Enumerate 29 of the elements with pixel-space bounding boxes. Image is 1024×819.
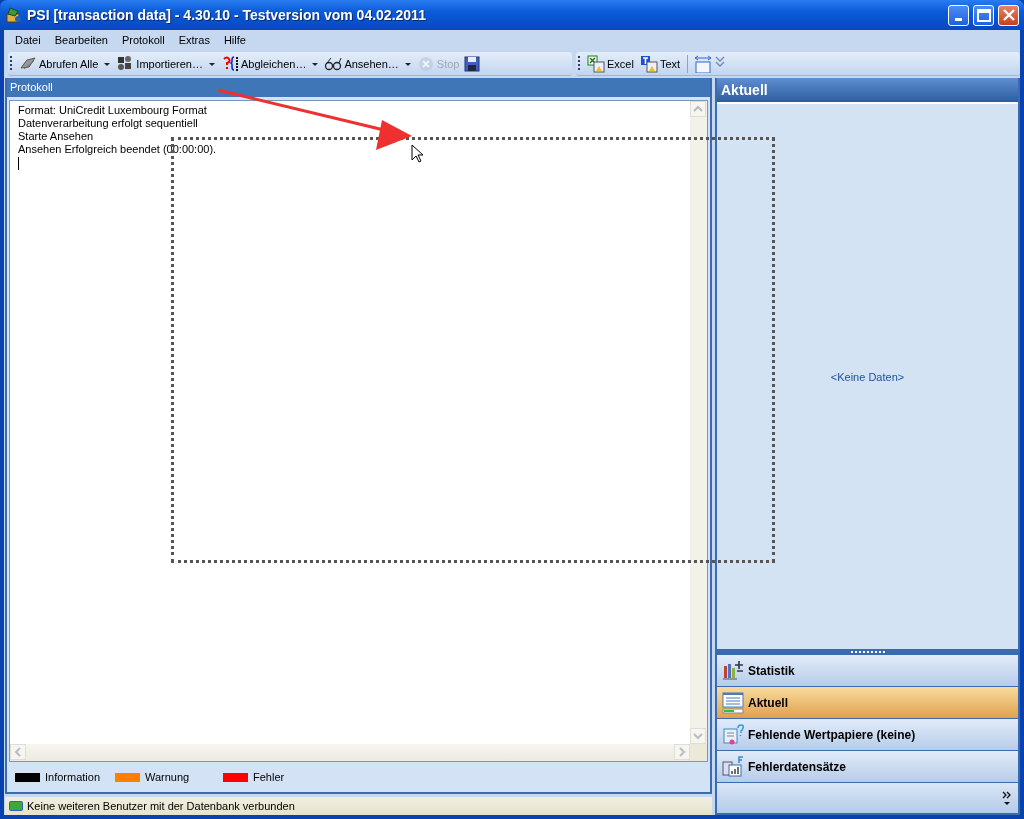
legend-label: Warnung <box>145 771 190 783</box>
toolbar-command[interactable]: Text <box>637 53 683 74</box>
panel-title: Aktuell <box>717 78 1018 102</box>
menu-item[interactable]: Bearbeiten <box>47 34 115 46</box>
legend-label: Information <box>45 771 101 783</box>
log-line: Format: UniCredit Luxembourg Format <box>18 104 207 117</box>
menu-item[interactable]: Hilfe <box>216 34 253 46</box>
menu-item[interactable]: Datei <box>8 34 48 46</box>
log-line: Datenverarbeitung erfolgt sequentiell <box>18 117 198 130</box>
toolbar-command: Stop <box>414 53 462 74</box>
dropdown-command[interactable]: Abgleichen… <box>218 53 309 74</box>
empty-message: <Keine Daten> <box>830 370 905 383</box>
navigation-button[interactable]: Fehlende Wertpapiere (keine) <box>717 719 1018 751</box>
dropdown-command[interactable]: Abrufen Alle <box>17 53 101 74</box>
log-line: Ansehen Erfolgreich beendet (00:00:00). <box>18 143 217 156</box>
navigation-button[interactable]: Statistik <box>717 655 1018 687</box>
dropdown-command[interactable]: Ansehen… <box>322 53 401 74</box>
navigation-button[interactable]: Aktuell <box>717 687 1018 719</box>
menu-item[interactable]: Protokoll <box>114 34 172 46</box>
status-text: Keine weiteren Benutzer mit der Datenbank verbunden <box>27 800 295 812</box>
log-text-area[interactable]: Format: UniCredit Luxembourg Format Datenverarbeitung erfolgt sequentiell Starte Ansehen Ansehen Erfolgreich beendet (00:00:00). <box>9 100 708 762</box>
navigation-button[interactable]: Fehlerdatensätze <box>717 751 1018 783</box>
window-title: PSI [transaction data] - 4.30.10 - Testversion vom 04.02.2011 <box>27 7 427 23</box>
dropdown-command[interactable]: Importieren… <box>114 53 205 74</box>
toolbar-command[interactable]: Excel <box>585 53 636 74</box>
legend-label: Fehler <box>253 771 285 783</box>
panel-title: Protokoll <box>7 78 710 97</box>
log-line: Starte Ansehen <box>18 130 94 143</box>
menu-item[interactable]: Extras <box>171 34 217 46</box>
